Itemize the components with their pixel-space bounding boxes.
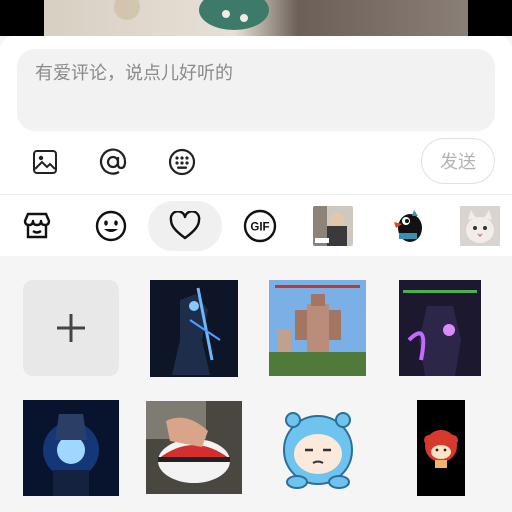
- sticker-grid: [0, 256, 512, 512]
- divider: [0, 194, 512, 195]
- sticker-store-icon[interactable]: [17, 201, 57, 251]
- sticker-purple-mech[interactable]: [399, 280, 481, 376]
- video-thumbnail: [44, 0, 468, 36]
- plus-icon: [57, 314, 85, 342]
- sticker-dark-warrior[interactable]: [150, 280, 238, 377]
- sticker-hand-pokeball[interactable]: [146, 401, 242, 494]
- send-button[interactable]: 发送: [421, 138, 495, 184]
- emoji-keyboard-icon[interactable]: [167, 147, 197, 177]
- svg-text:GIF: GIF: [250, 222, 269, 234]
- comment-sheet: 发送 GIF: [0, 36, 512, 256]
- smiley-icon[interactable]: [91, 201, 131, 251]
- gif-icon[interactable]: GIF: [240, 201, 280, 251]
- at-mention-icon[interactable]: [98, 147, 128, 177]
- add-sticker-button[interactable]: [23, 280, 119, 376]
- sticker-giant-robot[interactable]: [269, 280, 366, 376]
- sticker-pack-man-thumb[interactable]: [313, 201, 353, 251]
- heart-favorites-icon[interactable]: [148, 201, 222, 251]
- sticker-pack-bird-thumb[interactable]: [388, 201, 428, 251]
- image-icon[interactable]: [30, 147, 60, 177]
- sticker-blue-cat-bear[interactable]: [273, 408, 363, 494]
- video-preview-strip: [0, 0, 512, 36]
- sticker-pack-cat-thumb[interactable]: [460, 201, 500, 251]
- comment-input-box[interactable]: [17, 49, 495, 131]
- sticker-glowing-orb[interactable]: [23, 400, 119, 496]
- comment-input[interactable]: [35, 63, 477, 84]
- sticker-red-mushroom[interactable]: [417, 400, 465, 496]
